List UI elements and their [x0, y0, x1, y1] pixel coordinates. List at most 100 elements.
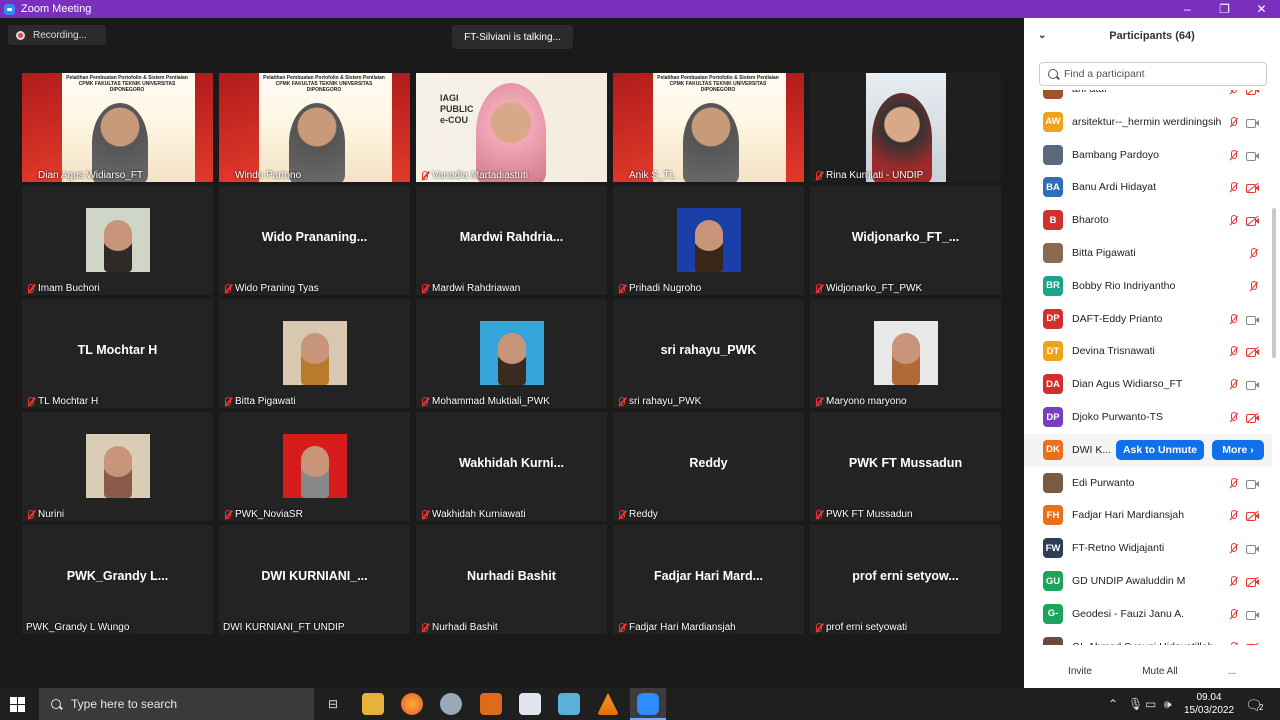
participant-row[interactable]: DK DWI K... Ask to Unmute More ›	[1024, 433, 1272, 467]
participant-row[interactable]: FH Fadjar Hari Mardiansjah	[1024, 499, 1272, 532]
participant-row[interactable]: Bitta Pigawati	[1024, 237, 1272, 270]
mic-muted-icon[interactable]	[1228, 116, 1239, 128]
more-options-button[interactable]: ...	[1222, 660, 1242, 682]
video-tile[interactable]: prof erni setyow... prof erni setyowati	[810, 525, 1001, 634]
mic-muted-icon[interactable]	[1228, 215, 1239, 226]
camera-off-icon[interactable]	[1246, 412, 1259, 423]
video-tile[interactable]: Maryono maryono	[810, 299, 1001, 408]
video-tile[interactable]: PWK_Grandy L... PWK_Grandy L Wungo	[22, 525, 213, 634]
zoom-taskbar-icon[interactable]	[637, 693, 659, 715]
notepad-icon[interactable]	[558, 693, 580, 715]
invite-button[interactable]: Invite	[1064, 660, 1096, 682]
camera-icon[interactable]	[1246, 479, 1259, 489]
participant-row[interactable]: DP Djoko Purwanto-TS	[1024, 401, 1272, 434]
participant-row[interactable]: BA Banu Ardi Hidayat	[1024, 171, 1272, 204]
mic-muted-icon[interactable]	[1248, 280, 1259, 292]
camera-icon[interactable]	[1246, 118, 1259, 128]
document-icon[interactable]	[519, 693, 541, 715]
minimize-button[interactable]: –	[1169, 0, 1206, 18]
participant-row[interactable]: FW FT-Retno Widjajanti	[1024, 532, 1272, 565]
maximize-button[interactable]: ❐	[1206, 0, 1243, 18]
participant-row[interactable]: GU GD UNDIP Awaluddin M	[1024, 565, 1272, 598]
mute-all-button[interactable]: Mute All	[1136, 660, 1184, 682]
participant-row[interactable]: AW arsitektur--_hermin werdiningsih	[1024, 106, 1272, 139]
video-tile[interactable]: Pelatihan Pembuatan Portofolio & Sistem …	[613, 73, 804, 182]
windows-start-icon[interactable]	[10, 697, 25, 712]
video-tile[interactable]: Pelatihan Pembuatan Portofolio & Sistem …	[219, 73, 410, 182]
firefox-icon[interactable]	[401, 693, 423, 715]
system-clock[interactable]: 09.04 15/03/2022	[1184, 691, 1234, 717]
mic-muted-icon[interactable]	[1228, 641, 1239, 645]
camera-icon[interactable]	[1246, 544, 1259, 555]
video-tile[interactable]: Bitta Pigawati	[219, 299, 410, 408]
app-icon[interactable]	[440, 693, 462, 715]
chevron-up-icon[interactable]: ⌃	[1108, 697, 1118, 711]
participant-row[interactable]: BR Bobby Rio Indriyantho	[1024, 270, 1272, 303]
camera-icon[interactable]	[1246, 380, 1259, 391]
participant-row[interactable]: GL Ahmad Syauqi Hidayatillah	[1024, 631, 1272, 645]
video-tile[interactable]: Fadjar Hari Mard... Fadjar Hari Mardiansj…	[613, 525, 804, 634]
more-button[interactable]: More ›	[1212, 439, 1264, 460]
ask-to-unmute-button[interactable]: Ask to Unmute	[1116, 439, 1204, 460]
mic-muted-icon[interactable]	[1228, 182, 1239, 193]
volume-icon[interactable]: 🕪	[1164, 697, 1172, 712]
mic-muted-icon[interactable]	[1228, 149, 1239, 161]
video-tile[interactable]: Pelatihan Pembuatan Portofolio & Sistem …	[22, 73, 213, 182]
recording-indicator[interactable]: Recording...	[8, 25, 106, 45]
file-explorer-icon[interactable]	[362, 693, 384, 715]
video-tile[interactable]: Nurhadi Bashit Nurhadi Bashit	[416, 525, 607, 634]
participant-row[interactable]: B Bharoto	[1024, 204, 1272, 237]
mic-muted-icon[interactable]	[1228, 477, 1239, 489]
participant-list[interactable]: arif atur AW arsitektur--_hermin werdining…	[1024, 90, 1272, 645]
participant-row[interactable]: Edi Purwanto	[1024, 467, 1272, 500]
participant-row[interactable]: G- Geodesi - Fauzi Janu A.	[1024, 598, 1272, 631]
camera-off-icon[interactable]	[1246, 347, 1259, 358]
microphone-icon[interactable]: 🎙	[1128, 697, 1143, 711]
mic-muted-icon[interactable]	[1228, 608, 1239, 620]
mic-muted-icon[interactable]	[1228, 510, 1239, 521]
camera-off-icon[interactable]	[1246, 576, 1259, 587]
video-tile[interactable]: Wido Prananing... Wido Praning Tyas	[219, 186, 410, 295]
vlc-icon[interactable]	[597, 693, 619, 715]
xampp-icon[interactable]	[480, 693, 502, 715]
chevron-down-icon[interactable]: ⌄	[1038, 30, 1048, 41]
video-tile[interactable]: Rina Kurniati - UNDIP	[810, 73, 1001, 182]
mic-muted-icon[interactable]	[1228, 313, 1239, 325]
task-view-icon[interactable]: ⊟	[322, 693, 344, 715]
video-tile[interactable]: Widjonarko_FT_... Widjonarko_FT_PWK	[810, 186, 1001, 295]
participant-row[interactable]: DT Devina Trisnawati	[1024, 335, 1272, 368]
video-tile[interactable]: Wakhidah Kurni... Wakhidah Kurniawati	[416, 412, 607, 521]
video-tile[interactable]: IAGI PUBLIC e-COU Vanadia Martadiastuti	[416, 73, 607, 182]
close-button[interactable]: ✕	[1243, 0, 1280, 18]
mic-muted-icon[interactable]	[1228, 412, 1239, 423]
video-tile[interactable]: sri rahayu_PWK sri rahayu_PWK	[613, 299, 804, 408]
network-icon[interactable]: ▭	[1145, 697, 1156, 711]
participant-scrollbar[interactable]	[1272, 208, 1276, 358]
camera-off-icon[interactable]	[1246, 183, 1259, 194]
video-tile[interactable]: Mohammad Muktiali_PWK	[416, 299, 607, 408]
video-tile[interactable]: Mardwi Rahdria... Mardwi Rahdriawan	[416, 186, 607, 295]
camera-icon[interactable]	[1246, 151, 1259, 161]
mic-muted-icon[interactable]	[1228, 379, 1239, 390]
video-tile[interactable]: DWI KURNIANI_... DWI KURNIANI_FT UNDIP	[219, 525, 410, 634]
video-tile[interactable]: Imam Buchori	[22, 186, 213, 295]
camera-icon[interactable]	[1246, 315, 1259, 325]
camera-off-icon[interactable]	[1246, 90, 1259, 95]
participant-row[interactable]: DA Dian Agus Widiarso_FT	[1024, 368, 1272, 401]
video-tile[interactable]: Prihadi Nugroho	[613, 186, 804, 295]
video-tile[interactable]: Nurini	[22, 412, 213, 521]
participant-row[interactable]: DP DAFT-Eddy Prianto	[1024, 303, 1272, 336]
taskbar-search-input[interactable]: Type here to search	[39, 688, 314, 720]
mic-muted-icon[interactable]	[1228, 346, 1239, 357]
video-tile[interactable]: PWK FT Mussadun PWK FT Mussadun	[810, 412, 1001, 521]
camera-off-icon[interactable]	[1246, 215, 1259, 227]
camera-off-icon[interactable]	[1246, 511, 1259, 522]
participant-search-input[interactable]: Find a participant	[1039, 62, 1267, 86]
participant-row[interactable]: arif atur	[1024, 90, 1272, 106]
video-tile[interactable]: TL Mochtar H TL Mochtar H	[22, 299, 213, 408]
participant-row[interactable]: Bambang Pardoyo	[1024, 139, 1272, 172]
mic-muted-icon[interactable]	[1228, 90, 1239, 95]
camera-off-icon[interactable]	[1246, 642, 1259, 645]
mic-muted-icon[interactable]	[1248, 248, 1259, 259]
video-tile[interactable]: PWK_NoviaSR	[219, 412, 410, 521]
